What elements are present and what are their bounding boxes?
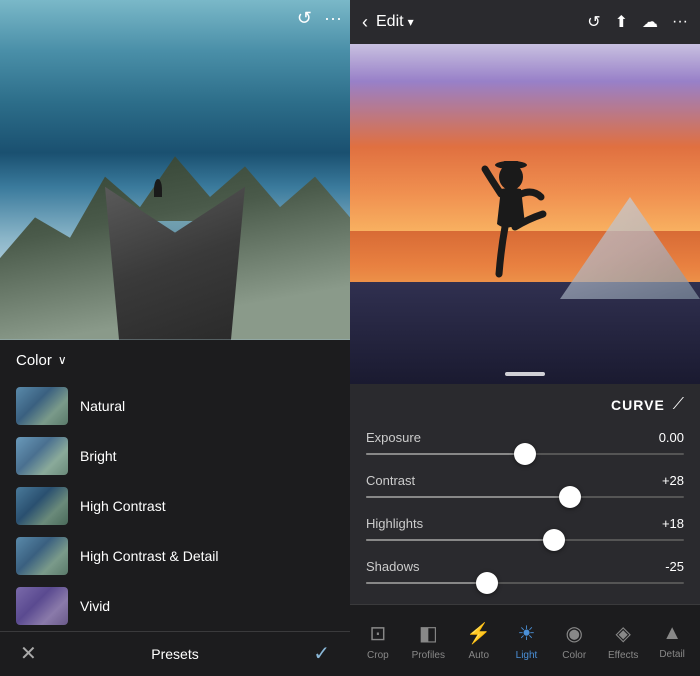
tab-label-effects: Effects	[608, 650, 638, 661]
preset-name-high-contrast-detail: High Contrast & Detail	[80, 548, 219, 564]
tab-icon-effects: ◈	[615, 621, 630, 646]
share-icon[interactable]: ⬆	[615, 12, 628, 32]
cloud-icon[interactable]: ☁	[642, 12, 658, 32]
preset-thumb-high-contrast	[16, 487, 68, 525]
left-bottom-bar: ✕ Presets ✓	[0, 631, 350, 676]
curve-icon[interactable]: ⟋	[673, 396, 684, 414]
slider-thumb[interactable]	[514, 443, 536, 465]
slider-fill	[366, 582, 487, 584]
slider-label-text: Exposure	[366, 430, 421, 445]
figure	[154, 179, 162, 197]
right-controls: CURVE ⟋ Exposure 0.00 Contrast +28 Highl…	[350, 384, 700, 604]
edit-chevron-icon: ▾	[408, 15, 414, 29]
tab-icon-auto: ⚡	[466, 621, 491, 646]
bottom-tabs: ⊡ Crop ◧ Profiles ⚡ Auto ☀ Light ◉ Color ◈ Effects ▲…	[354, 617, 696, 665]
preset-item-high-contrast-detail[interactable]: High Contrast & Detail	[0, 531, 350, 581]
tab-effects[interactable]: ◈ Effects	[600, 617, 646, 665]
tab-icon-light: ☀	[518, 621, 536, 646]
slider-value-text: -25	[665, 559, 684, 574]
slider-value-text: +28	[662, 473, 684, 488]
preset-name-high-contrast: High Contrast	[80, 498, 166, 514]
slider-fill	[366, 496, 570, 498]
edit-label: Edit ▾	[376, 13, 573, 31]
left-photo: ↺ ···	[0, 0, 350, 340]
back-icon[interactable]: ‹	[362, 12, 368, 33]
slider-track[interactable]	[366, 539, 684, 541]
preset-thumb-high-contrast-detail	[16, 537, 68, 575]
tab-label-crop: Crop	[367, 650, 389, 661]
slider-thumb[interactable]	[559, 486, 581, 508]
slider-track[interactable]	[366, 582, 684, 584]
slider-label-text: Highlights	[366, 516, 423, 531]
preset-item-high-contrast[interactable]: High Contrast	[0, 481, 350, 531]
right-bottom-bar: ⊡ Crop ◧ Profiles ⚡ Auto ☀ Light ◉ Color ◈ Effects ▲…	[350, 604, 700, 676]
slider-label-row: Contrast +28	[366, 473, 684, 488]
left-panel: ↺ ··· Color ∨ Natural Bright High Contrast…	[0, 0, 350, 676]
slider-label-row: Highlights +18	[366, 516, 684, 531]
preset-thumb-bright	[16, 437, 68, 475]
sliders-container: Exposure 0.00 Contrast +28 Highlights +1…	[366, 430, 684, 584]
slider-value-text: +18	[662, 516, 684, 531]
slider-track[interactable]	[366, 453, 684, 455]
tab-icon-crop: ⊡	[369, 621, 386, 646]
tab-label-light: Light	[516, 650, 538, 661]
slider-row-shadows: Shadows -25	[366, 559, 684, 584]
curve-label: CURVE	[611, 397, 665, 413]
edit-text: Edit	[376, 13, 404, 31]
preset-item-natural[interactable]: Natural	[0, 381, 350, 431]
tab-label-detail: Detail	[659, 649, 685, 660]
color-header-text: Color	[16, 352, 52, 369]
person-silhouette	[473, 159, 553, 299]
slider-label-text: Shadows	[366, 559, 419, 574]
tab-light[interactable]: ☀ Light	[504, 617, 548, 665]
more-icon[interactable]: ···	[324, 8, 342, 29]
ellipsis-icon[interactable]: ···	[672, 13, 688, 31]
slider-fill	[366, 539, 554, 541]
presets-label: Presets	[151, 646, 198, 662]
curve-header: CURVE ⟋	[366, 396, 684, 414]
slider-thumb[interactable]	[476, 572, 498, 594]
tab-label-profiles: Profiles	[412, 650, 445, 661]
slider-thumb[interactable]	[543, 529, 565, 551]
left-menu-section: Color ∨ Natural Bright High Contrast High C…	[0, 340, 350, 631]
tab-icon-profiles: ◧	[419, 621, 438, 646]
slider-label-row: Shadows -25	[366, 559, 684, 574]
right-top-bar: ‹ Edit ▾ ↺ ⬆ ☁ ···	[350, 0, 700, 44]
tab-profiles[interactable]: ◧ Profiles	[404, 617, 453, 665]
confirm-button[interactable]: ✓	[313, 641, 330, 666]
slider-track[interactable]	[366, 496, 684, 498]
tab-icon-detail: ▲	[662, 622, 682, 645]
tab-crop[interactable]: ⊡ Crop	[356, 617, 400, 665]
tab-color[interactable]: ◉ Color	[552, 617, 596, 665]
color-header[interactable]: Color ∨	[0, 340, 350, 381]
tab-detail[interactable]: ▲ Detail	[650, 618, 694, 664]
slider-row-contrast: Contrast +28	[366, 473, 684, 498]
color-chevron-icon: ∨	[58, 353, 67, 367]
tab-icon-color: ◉	[566, 621, 583, 646]
right-panel: ‹ Edit ▾ ↺ ⬆ ☁ ···	[350, 0, 700, 676]
tab-auto[interactable]: ⚡ Auto	[457, 617, 501, 665]
tab-label-color: Color	[562, 650, 586, 661]
preset-thumb-natural	[16, 387, 68, 425]
left-top-bar: ↺ ···	[297, 8, 342, 29]
preset-list: Natural Bright High Contrast High Contrast …	[0, 381, 350, 631]
slider-row-exposure: Exposure 0.00	[366, 430, 684, 455]
preset-item-vivid[interactable]: Vivid	[0, 581, 350, 631]
slider-label-text: Contrast	[366, 473, 415, 488]
undo-icon[interactable]: ↺	[297, 8, 312, 29]
preset-thumb-vivid	[16, 587, 68, 625]
preset-name-natural: Natural	[80, 398, 125, 414]
cancel-button[interactable]: ✕	[20, 641, 37, 666]
undo-action-icon[interactable]: ↺	[587, 12, 600, 32]
right-photo	[350, 44, 700, 384]
scroll-indicator	[505, 372, 545, 376]
tab-label-auto: Auto	[468, 650, 489, 661]
slider-value-text: 0.00	[659, 430, 684, 445]
preset-item-bright[interactable]: Bright	[0, 431, 350, 481]
preset-name-vivid: Vivid	[80, 598, 110, 614]
slider-fill	[366, 453, 525, 455]
slider-row-highlights: Highlights +18	[366, 516, 684, 541]
preset-name-bright: Bright	[80, 448, 117, 464]
